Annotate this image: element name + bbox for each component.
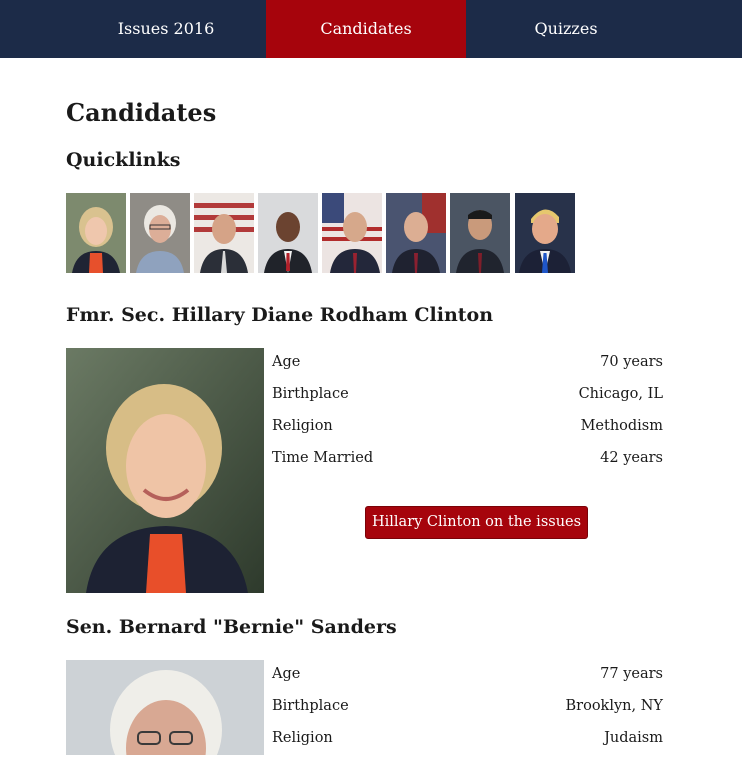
candidate-name: Sen. Bernard "Bernie" Sanders (66, 616, 397, 638)
page-title: Candidates (66, 98, 217, 127)
candidate-facts-1: Age 70 years Birthplace Chicago, IL Reli… (272, 354, 663, 482)
fact-row: Age 70 years (272, 354, 663, 386)
fact-value: Judaism (604, 730, 663, 746)
candidate-photo-icon (515, 193, 575, 273)
quicklinks-heading: Quicklinks (66, 149, 181, 171)
fact-row: Birthplace Chicago, IL (272, 386, 663, 418)
candidate-thumb-3[interactable] (194, 193, 254, 273)
tab-candidates[interactable]: Candidates (266, 0, 466, 58)
fact-value: Brooklyn, NY (565, 698, 663, 714)
fact-value: 77 years (600, 666, 663, 682)
tab-quizzes[interactable]: Quizzes (466, 0, 666, 58)
fact-row: Religion Methodism (272, 418, 663, 450)
candidate-portrait-2 (66, 660, 264, 755)
fact-label: Birthplace (272, 386, 349, 402)
candidate-thumb-1[interactable] (66, 193, 126, 273)
fact-value: 70 years (600, 354, 663, 370)
candidate-photo-icon (386, 193, 446, 273)
candidate-photo-icon (194, 193, 254, 273)
top-nav: Issues 2016 Candidates Quizzes (0, 0, 742, 58)
fact-label: Age (272, 354, 301, 370)
candidate-photo-icon (258, 193, 318, 273)
candidate-name: Fmr. Sec. Hillary Diane Rodham Clinton (66, 304, 494, 326)
fact-value: Methodism (580, 418, 663, 434)
fact-row: Time Married 42 years (272, 450, 663, 482)
fact-label: Birthplace (272, 698, 349, 714)
fact-label: Religion (272, 418, 333, 434)
candidate-facts-2: Age 77 years Birthplace Brooklyn, NY Rel… (272, 666, 663, 762)
candidate-thumb-4[interactable] (258, 193, 318, 273)
candidate-thumb-7[interactable] (450, 193, 510, 273)
tab-issues-2016[interactable]: Issues 2016 (66, 0, 266, 58)
fact-row: Religion Judaism (272, 730, 663, 762)
candidate-photo-icon (66, 193, 126, 273)
fact-label: Religion (272, 730, 333, 746)
candidate-thumb-6[interactable] (386, 193, 446, 273)
candidate-thumb-8[interactable] (515, 193, 575, 273)
fact-value: 42 years (600, 450, 663, 466)
fact-row: Birthplace Brooklyn, NY (272, 698, 663, 730)
fact-label: Time Married (272, 450, 374, 466)
fact-label: Age (272, 666, 301, 682)
candidate-photo-icon (450, 193, 510, 273)
candidate-thumb-2[interactable] (130, 193, 190, 273)
candidate-photo-icon (130, 193, 190, 273)
candidate-photo-icon (66, 348, 264, 593)
fact-value: Chicago, IL (578, 386, 663, 402)
issues-button[interactable]: Hillary Clinton on the issues (365, 506, 589, 539)
candidate-photo-icon (66, 660, 264, 755)
fact-row: Age 77 years (272, 666, 663, 698)
candidate-photo-icon (322, 193, 382, 273)
candidate-thumb-5[interactable] (322, 193, 382, 273)
candidate-portrait-1 (66, 348, 264, 593)
